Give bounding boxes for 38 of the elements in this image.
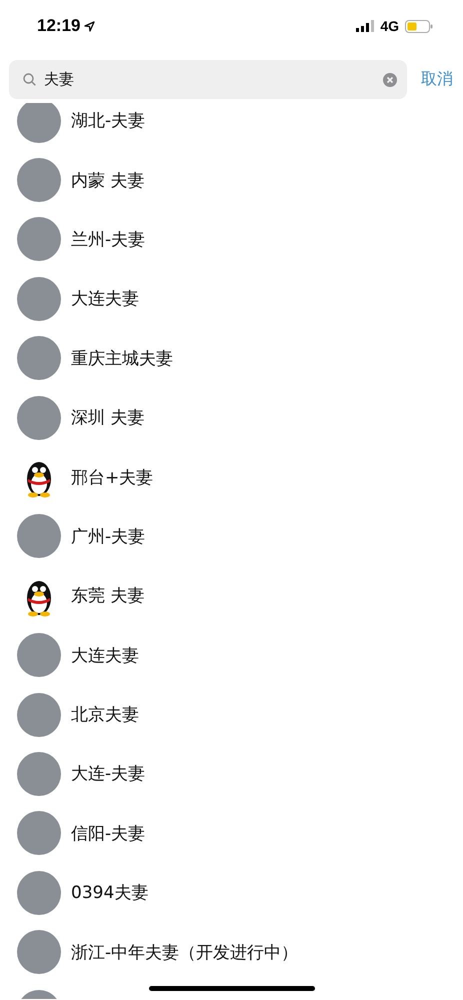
avatar-photo-placeholder	[17, 811, 61, 856]
contact-name[interactable]: 广州-夫妻	[71, 524, 146, 548]
battery-icon	[405, 20, 433, 32]
contact-name[interactable]: 大连夫妻	[71, 644, 139, 667]
contact-name[interactable]: 内蒙 夫妻	[71, 168, 144, 192]
location-arrow-icon	[84, 20, 96, 32]
contact-name[interactable]: 0394夫妻	[71, 881, 148, 904]
contact-name[interactable]: 东莞 夫妻	[71, 584, 144, 608]
avatar-photo-placeholder	[17, 930, 61, 974]
clear-icon[interactable]	[383, 72, 397, 86]
avatar-photo-placeholder	[17, 692, 61, 737]
avatar-photo-placeholder	[17, 752, 61, 796]
contact-name[interactable]: 湖北-夫妻	[71, 109, 146, 132]
avatar-photo-placeholder	[17, 158, 61, 202]
contact-name[interactable]: 信阳-夫妻	[71, 822, 146, 845]
contact-name[interactable]: 重庆主城夫妻	[71, 346, 173, 370]
search-bar[interactable]: 夫妻	[9, 60, 407, 99]
avatar-photo-placeholder	[17, 217, 61, 262]
contact-name[interactable]: 浙江-中年夫妻（开发进行中）	[71, 940, 298, 964]
avatar-photo-placeholder	[17, 276, 61, 321]
avatar-photo-placeholder	[17, 396, 61, 440]
status-time: 12:19	[37, 16, 80, 36]
contact-name[interactable]: 大连-夫妻	[71, 762, 146, 786]
avatar-photo-placeholder	[17, 633, 61, 678]
avatar-photo-placeholder	[17, 870, 61, 915]
contact-name[interactable]: 深圳 夫妻	[71, 406, 144, 430]
cancel-button[interactable]: 取消	[421, 69, 453, 90]
contact-name[interactable]: 大连夫妻	[71, 287, 139, 310]
contact-name[interactable]: 邢台+夫妻	[71, 466, 154, 489]
contact-name[interactable]: 北京夫妻	[71, 703, 139, 726]
signal-icon	[356, 20, 374, 32]
network-type: 4G	[380, 18, 399, 34]
contact-name[interactable]: 兰州-夫妻	[71, 228, 146, 251]
avatar-photo-placeholder	[17, 514, 61, 558]
avatar-photo-placeholder	[17, 336, 61, 380]
search-field[interactable]: 夫妻	[44, 70, 375, 88]
avatar-photo-placeholder	[17, 103, 61, 143]
search-icon	[23, 73, 36, 86]
